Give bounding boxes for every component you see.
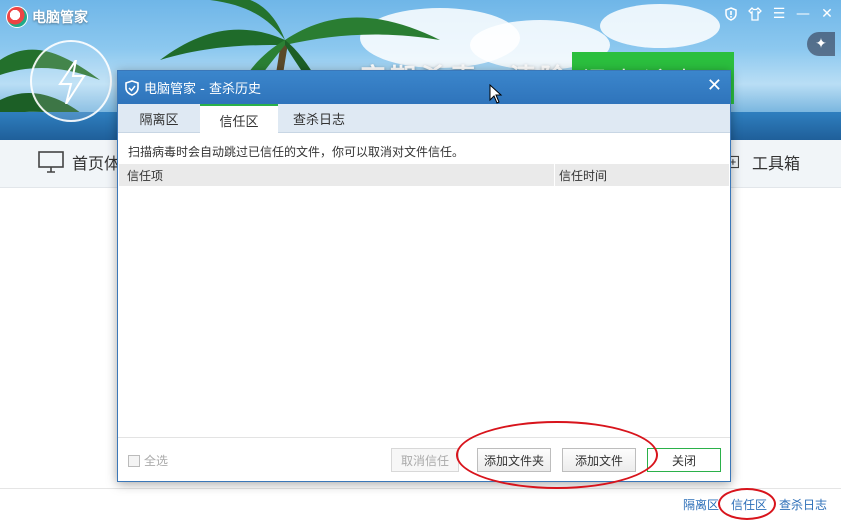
tab-quarantine-label: 隔离区: [139, 113, 179, 128]
close-icon[interactable]: ✕: [819, 6, 835, 22]
annotation-oval-trust-link: [718, 488, 776, 520]
minimize-icon[interactable]: —: [795, 6, 811, 22]
window-controls: ☰ — ✕: [723, 6, 835, 22]
menu-icon[interactable]: ☰: [771, 6, 787, 22]
dialog-title-bar[interactable]: 电脑管家 - 查杀历史 ✕: [118, 71, 730, 104]
monitor-icon: [38, 151, 64, 173]
sparkle-icon[interactable]: ✦: [807, 32, 835, 56]
trust-hint: 扫描病毒时会自动跳过已信任的文件，你可以取消对文件信任。: [128, 145, 465, 159]
shield-icon[interactable]: [723, 6, 739, 22]
column-header-trust-item[interactable]: 信任项: [127, 167, 163, 184]
app-title: 电脑管家: [6, 6, 88, 28]
tab-log[interactable]: 查杀日志: [278, 104, 360, 133]
nav-item-toolbox[interactable]: 工具箱: [726, 150, 800, 174]
dialog-title: 电脑管家 - 查杀历史: [144, 82, 261, 97]
bolt-icon: [30, 40, 112, 122]
tab-quarantine[interactable]: 隔离区: [118, 104, 200, 133]
column-header-trust-time[interactable]: 信任时间: [559, 167, 607, 184]
trust-list[interactable]: [119, 186, 729, 436]
table-header: 信任项 信任时间: [119, 164, 729, 186]
close-button[interactable]: 关闭: [647, 448, 721, 472]
shirt-icon[interactable]: [747, 6, 763, 22]
cancel-trust-button[interactable]: 取消信任: [391, 448, 459, 472]
checkbox-icon: [128, 454, 140, 467]
annotation-oval-add-buttons: [456, 421, 658, 489]
app-name: 电脑管家: [32, 10, 88, 26]
dialog-close-icon[interactable]: ✕: [707, 77, 722, 95]
tab-bar: 隔离区 信任区 查杀日志: [118, 104, 730, 134]
select-all-checkbox[interactable]: 全选: [128, 452, 168, 469]
nav-item-toolbox-label: 工具箱: [752, 154, 801, 173]
footer-link-log[interactable]: 查杀日志: [779, 496, 827, 513]
tab-trust[interactable]: 信任区: [200, 104, 278, 134]
app-logo-icon: [6, 6, 28, 28]
mouse-cursor-icon: [489, 84, 503, 104]
select-all-label: 全选: [144, 454, 169, 468]
history-dialog: 电脑管家 - 查杀历史 ✕ 隔离区 信任区 查杀日志 扫描病毒时会自动跳过已信任…: [117, 70, 731, 482]
tab-log-label: 查杀日志: [292, 113, 345, 128]
footer-divider: [0, 488, 841, 489]
footer-link-quarantine[interactable]: 隔离区: [683, 496, 719, 513]
shield-logo-icon: [125, 79, 139, 96]
tab-trust-label: 信任区: [219, 114, 259, 130]
